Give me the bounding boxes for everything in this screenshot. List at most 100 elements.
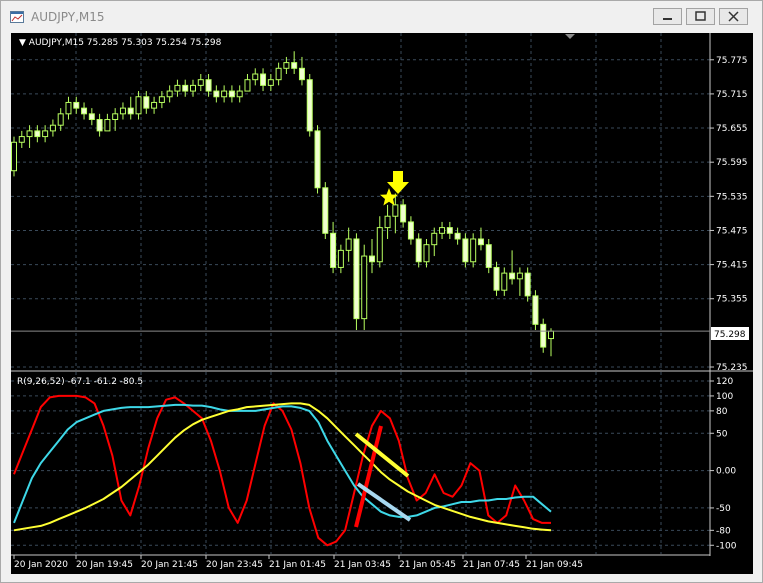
time-tick-label: 21 Jan 07:45	[463, 560, 520, 570]
indicator-tick-label: 50	[716, 429, 728, 439]
candle-body	[415, 238, 422, 263]
price-tick-label: 75.655	[716, 124, 748, 134]
candle-body	[376, 227, 383, 263]
time-tick-label: 20 Jan 21:45	[141, 560, 198, 570]
candle-body	[228, 90, 235, 98]
price-tick-label: 75.535	[716, 192, 748, 202]
candle-body	[252, 73, 259, 81]
candle-body	[306, 79, 313, 132]
candle-body	[174, 84, 181, 92]
candle-body	[244, 79, 251, 92]
candle-body	[151, 101, 158, 109]
candle-body	[205, 79, 212, 92]
price-tick-label: 75.775	[716, 56, 748, 66]
candle-body	[353, 238, 360, 320]
candle-body	[34, 130, 41, 138]
candle-body	[18, 136, 25, 143]
candle-body	[540, 323, 547, 348]
candle-body	[298, 67, 305, 81]
terminal-window: AUDJPY,M15 75.775 75.715 75.655 75.595 75.53…	[0, 0, 763, 583]
candle-body	[88, 113, 95, 121]
candle-body	[127, 107, 134, 115]
candle-body	[73, 101, 80, 109]
candle-body	[135, 96, 142, 115]
candle-body	[65, 101, 72, 115]
time-tick-label: 21 Jan 05:45	[399, 560, 456, 570]
candle-body	[361, 255, 368, 320]
time-tick-label: 20 Jan 19:45	[76, 560, 133, 570]
indicator-tick-label: 120	[716, 377, 733, 387]
candle-body	[423, 244, 430, 263]
candle-body	[26, 130, 33, 138]
indicator-tick-label: -50	[716, 504, 731, 514]
candle-body	[143, 96, 150, 109]
candle-body	[314, 130, 321, 189]
time-tick-label: 21 Jan 03:45	[334, 560, 391, 570]
candle-body	[112, 113, 119, 121]
candle-body	[454, 232, 461, 240]
candle-body	[11, 141, 17, 172]
candle-body	[477, 238, 484, 246]
candle-body	[470, 238, 477, 263]
candle-body	[49, 124, 56, 132]
candle-body	[322, 187, 329, 234]
indicator-tick-label: 0.00	[716, 467, 736, 477]
candle-body	[81, 107, 88, 115]
candle-body	[96, 119, 103, 132]
time-tick-label: 21 Jan 01:45	[269, 560, 326, 570]
candle-body	[548, 330, 554, 340]
candle-body	[119, 107, 126, 115]
candle-body	[392, 204, 399, 217]
candle-body	[400, 204, 407, 223]
indicator-tick-label: 80	[716, 407, 728, 417]
candle-body	[182, 84, 189, 92]
candle-body	[197, 79, 204, 86]
indicator-pane-header: R(9,26,52) -67.1 -61.2 -80.5	[17, 377, 143, 387]
candle-body	[509, 272, 516, 280]
candle-body	[275, 67, 282, 81]
candle-body	[57, 113, 64, 126]
price-tick-label: 75.595	[716, 158, 748, 168]
candle-body	[485, 244, 492, 268]
candle-body	[221, 90, 228, 98]
candle-body	[283, 62, 290, 69]
time-tick-label: 20 Jan 2020	[14, 560, 68, 570]
time-tick-label: 21 Jan 09:45	[526, 560, 583, 570]
candle-body	[236, 90, 243, 98]
candle-body	[462, 238, 469, 263]
candle-body	[337, 249, 344, 268]
candle-body	[493, 266, 500, 291]
price-tick-label: 75.715	[716, 90, 748, 100]
candle-body	[213, 90, 220, 98]
time-tick-label: 20 Jan 23:45	[206, 560, 263, 570]
candle-body	[501, 272, 508, 291]
candle-body	[439, 227, 446, 234]
candle-body	[345, 238, 352, 251]
candle-body	[407, 221, 414, 240]
candle-body	[532, 295, 539, 325]
indicator-tick-label: -100	[716, 541, 737, 551]
price-tick-label: 75.415	[716, 261, 748, 271]
candle-body	[446, 227, 453, 234]
candle-body	[291, 62, 298, 69]
candle-body	[516, 272, 523, 280]
indicator-tick-label: 100	[716, 392, 733, 402]
candle-body	[369, 255, 375, 263]
candle-body	[524, 272, 531, 297]
candle-body	[260, 73, 267, 86]
price-tick-label: 75.475	[716, 226, 748, 236]
candle-body	[267, 79, 274, 86]
candle-body	[431, 232, 438, 246]
candle-body	[104, 119, 111, 132]
price-pane-header: ▼ AUDJPY,M15 75.285 75.303 75.254 75.298	[19, 38, 222, 48]
current-price-label: 75.298	[714, 330, 746, 340]
price-tick-label: 75.235	[716, 363, 748, 373]
candle-body	[166, 90, 173, 98]
price-tick-label: 75.355	[716, 295, 748, 305]
candle-body	[158, 96, 165, 103]
candle-body	[190, 84, 196, 92]
indicator-tick-label: -80	[716, 526, 731, 536]
candle-body	[330, 232, 337, 268]
candle-body	[384, 215, 391, 229]
chart-area[interactable]: 75.775 75.715 75.655 75.595 75.535 75.475 75.4…	[1, 1, 762, 582]
